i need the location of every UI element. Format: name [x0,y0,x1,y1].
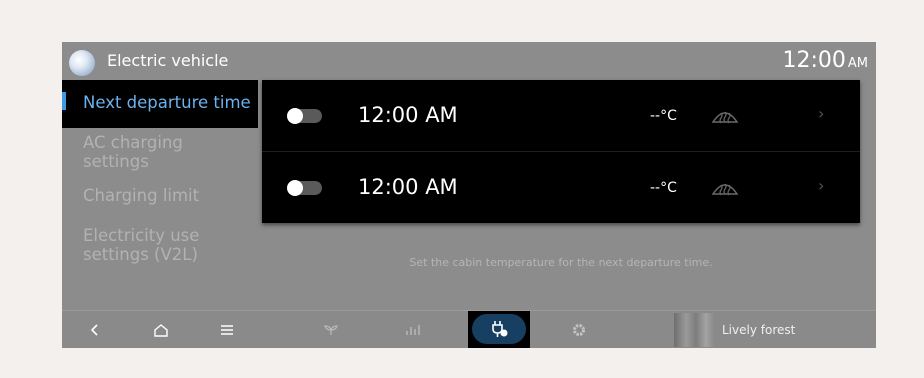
back-icon[interactable] [80,311,110,348]
cabin-temperature: --°C [650,108,677,124]
clock-ampm: AM [847,56,868,71]
clock-time: 12:00 [782,48,846,73]
departure-panel: 12:00 AM --°C › 12:00 AM --°C › [262,80,860,223]
sidebar-item-electricity-use-settings[interactable]: Electricity use settings (V2L) [62,222,258,268]
departure-row[interactable]: 12:00 AM --°C › [262,80,860,150]
app-title: Electric vehicle [107,51,229,70]
chevron-right-icon[interactable]: › [818,176,824,195]
hint-text: Set the cabin temperature for the next d… [409,256,713,269]
sidebar: Next departure time AC charging settings… [62,80,262,310]
ev-charging-button[interactable] [472,314,526,344]
active-indicator [62,92,66,110]
media-thumbnail[interactable] [674,313,714,347]
departure-time: 12:00 AM [358,175,458,199]
sidebar-item-label: AC charging settings [83,133,183,171]
menu-icon[interactable] [212,311,242,348]
sidebar-item-charging-limit[interactable]: Charging limit [62,181,258,209]
sidebar-item-label: Next departure time [83,93,251,112]
vehicle-app-icon [69,50,95,76]
departure-row[interactable]: 12:00 AM --°C › [262,151,860,222]
clock: 12:00 AM [782,48,868,73]
sidebar-item-label: Electricity use settings (V2L) [83,226,200,264]
departure-toggle[interactable] [287,108,322,124]
ev-charging-icon [492,321,508,337]
chevron-right-icon[interactable]: › [818,104,824,123]
cabin-temperature: --°C [650,180,677,196]
sidebar-item-label: Charging limit [83,186,200,205]
toggle-knob [287,180,303,196]
vehicle-screen: Electric vehicle 12:00 AM Next departure … [62,42,876,348]
front-defrost-icon [711,111,739,124]
front-defrost-icon [711,183,739,196]
header-bar: Electric vehicle 12:00 AM [62,42,876,80]
home-icon[interactable] [146,311,176,348]
bottom-bar: Lively forest [62,310,876,348]
settings-gear-icon[interactable] [564,311,594,348]
departure-toggle[interactable] [287,180,322,196]
eco-leaf-icon[interactable] [316,311,346,348]
sidebar-item-next-departure-time[interactable]: Next departure time [62,80,258,128]
energy-chart-icon[interactable] [398,311,428,348]
media-label[interactable]: Lively forest [722,323,795,337]
departure-time: 12:00 AM [358,103,458,127]
sidebar-item-ac-charging-settings[interactable]: AC charging settings [62,130,258,176]
toggle-knob [287,108,303,124]
